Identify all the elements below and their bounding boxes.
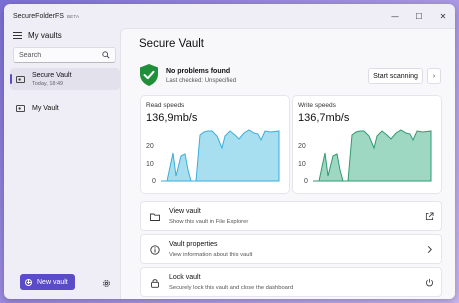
close-icon: ✕ xyxy=(439,11,447,21)
beta-badge: BETA xyxy=(66,13,80,19)
vault-name: Secure Vault xyxy=(32,71,72,79)
vault-text: Secure Vault Today, 18:49 xyxy=(32,72,72,87)
open-external-icon xyxy=(425,212,434,221)
write-speed-value: 136,7mb/s xyxy=(298,112,350,124)
write-speed-card: Write speeds 136,7mb/s 20 10 0 xyxy=(292,95,442,194)
search-box[interactable] xyxy=(13,47,116,63)
lock-vault-title: Lock vault xyxy=(169,274,201,281)
power-icon xyxy=(426,278,433,287)
app-window: SecureFolderFS BETA — ☐ ✕ My vaults Sear… xyxy=(4,4,455,299)
sidebar-item-secure-vault[interactable]: Secure Vault Today, 18:49 xyxy=(10,68,120,90)
chevron-right-icon: › xyxy=(432,72,436,80)
read-speed-label: Read speeds xyxy=(146,102,185,109)
graph-tick-10: 10 xyxy=(298,161,306,168)
health-details-button[interactable]: › xyxy=(427,68,441,84)
add-icon xyxy=(25,278,32,286)
title-bar: SecureFolderFS BETA — ☐ ✕ xyxy=(4,4,455,28)
new-vault-button[interactable]: New vault xyxy=(20,274,75,290)
read-speed-card: Read speeds 136,9mb/s 20 10 0 xyxy=(140,95,290,194)
sidebar-title: My vaults xyxy=(28,30,62,40)
sidebar-item-my-vault[interactable]: My Vault xyxy=(10,97,120,119)
lock-vault-card[interactable]: Lock vault Securely lock this vault and … xyxy=(140,267,442,297)
graph-tick-10: 10 xyxy=(146,161,154,168)
folder-icon xyxy=(150,213,160,221)
selection-indicator xyxy=(10,74,12,84)
lock-vault-subtitle: Securely lock this vault and close the d… xyxy=(169,285,294,291)
write-speed-graph: 20 10 0 xyxy=(298,129,432,185)
sidebar-header: My vaults xyxy=(4,27,120,43)
vault-name: My Vault xyxy=(32,104,59,112)
shield-check-icon xyxy=(140,64,158,86)
read-speed-value: 136,9mb/s xyxy=(146,112,198,124)
search-icon[interactable] xyxy=(102,51,110,59)
graph-tick-0: 0 xyxy=(152,178,156,185)
maximize-icon: ☐ xyxy=(415,11,423,21)
settings-gear-icon[interactable] xyxy=(102,279,111,288)
write-speed-label: Write speeds xyxy=(298,102,336,109)
chevron-right-icon xyxy=(427,246,432,253)
lock-icon xyxy=(151,279,159,288)
health-status-title: No problems found xyxy=(166,68,231,75)
minimize-icon: — xyxy=(391,11,399,21)
window-controls: — ☐ ✕ xyxy=(383,4,455,28)
vault-properties-subtitle: View information about this vault xyxy=(169,252,253,258)
write-speed-area xyxy=(313,129,432,182)
graph-tick-20: 20 xyxy=(146,143,154,150)
close-button[interactable]: ✕ xyxy=(431,4,455,28)
vault-last-accessed: Today, 18:49 xyxy=(32,80,64,87)
view-vault-title: View vault xyxy=(169,208,201,215)
graph-tick-0: 0 xyxy=(304,178,308,185)
start-scanning-button[interactable]: Start scanning xyxy=(368,68,423,84)
read-speed-graph: 20 10 0 xyxy=(146,129,280,185)
page-title: Secure Vault xyxy=(139,38,204,50)
vault-properties-title: Vault properties xyxy=(169,241,218,248)
app-title: SecureFolderFS xyxy=(13,12,64,20)
view-vault-card[interactable]: View vault Show this vault in File Explo… xyxy=(140,201,442,231)
new-vault-label: New vault xyxy=(37,278,68,286)
hamburger-menu-icon[interactable] xyxy=(13,31,22,39)
vault-icon xyxy=(16,104,25,112)
view-vault-subtitle: Show this vault in File Explorer xyxy=(169,219,249,225)
maximize-button[interactable]: ☐ xyxy=(407,4,431,28)
health-last-checked: Last checked: Unspecified xyxy=(166,78,237,84)
vault-properties-card[interactable]: Vault properties View information about … xyxy=(140,234,442,264)
info-icon xyxy=(150,245,160,255)
sidebar: My vaults Secure Vault Today, 18:49 xyxy=(4,26,120,299)
minimize-button[interactable]: — xyxy=(383,4,407,28)
read-speed-area xyxy=(161,129,280,182)
search-input[interactable] xyxy=(19,51,105,59)
graph-tick-20: 20 xyxy=(298,143,306,150)
vault-dashboard: Secure Vault No problems found Last chec… xyxy=(120,28,455,299)
vault-icon xyxy=(16,75,25,83)
